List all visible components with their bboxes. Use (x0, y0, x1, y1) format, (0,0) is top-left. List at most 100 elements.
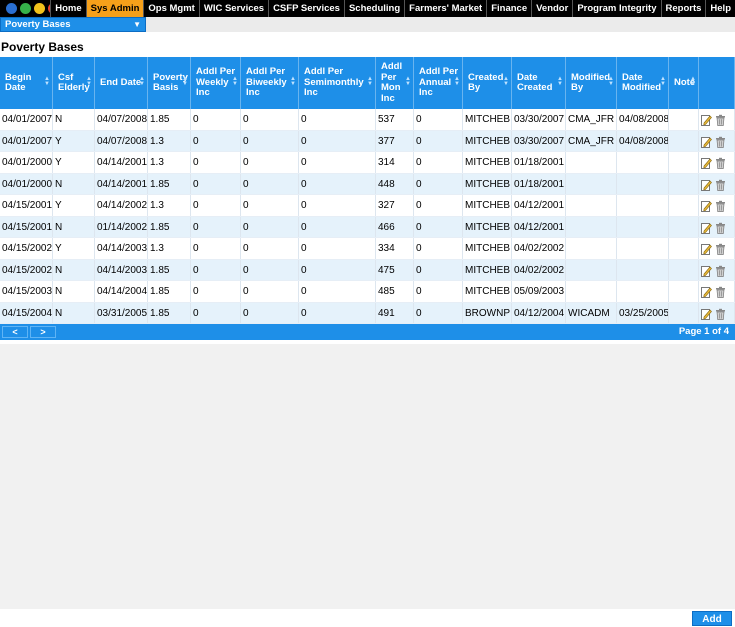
table-row[interactable]: 04/15/2001 N 01/14/2002 1.85 0 0 0 466 0 MITCHEB 0… (0, 216, 735, 238)
trash-icon[interactable] (715, 199, 726, 213)
table-cell: 1.85 (148, 302, 191, 323)
trash-icon[interactable] (715, 156, 726, 170)
edit-icon[interactable] (701, 199, 712, 213)
column-header-label: Addl Per Semimonthly Inc (304, 66, 364, 99)
nav-item-scheduling[interactable]: Scheduling (343, 0, 404, 17)
trash-icon[interactable] (715, 285, 726, 299)
table-cell: MITCHEB (463, 259, 512, 280)
table-cell: 0 (191, 195, 241, 216)
prev-page-button[interactable]: < (2, 326, 28, 338)
nav-item-csfp-services[interactable]: CSFP Services (268, 0, 344, 17)
table-cell: Y (53, 195, 95, 216)
table-cell: 04/01/2007 (0, 109, 53, 130)
nav-item-vendor[interactable]: Vendor (531, 0, 572, 17)
sort-icon: ▲ ▼ (367, 76, 373, 87)
column-header[interactable]: Poverty Basis ▲ ▼ (148, 57, 191, 109)
add-button[interactable]: Add (692, 611, 732, 626)
table-cell: 0 (241, 216, 299, 237)
column-header[interactable]: End Date ▲ ▼ (95, 57, 148, 109)
grid-pager: < > Page 1 of 4 (0, 324, 735, 340)
table-cell: Y (53, 152, 95, 173)
table-row[interactable]: 04/15/2003 N 04/14/2004 1.85 0 0 0 485 0 MITCHEB 0… (0, 281, 735, 303)
table-cell: 1.3 (148, 238, 191, 259)
column-header[interactable]: Addl Per Mon Inc ▲ ▼ (376, 57, 414, 109)
table-cell (566, 281, 617, 302)
table-row[interactable]: 04/15/2001 Y 04/14/2002 1.3 0 0 0 327 0 MITCHEB 04… (0, 195, 735, 217)
grid-header: Begin Date ▲ ▼ Csf Elderly ▲ ▼ End Date ▲ ▼ Pover… (0, 57, 735, 109)
edit-icon[interactable] (701, 135, 712, 148)
table-cell: Y (53, 238, 95, 259)
table-cell (566, 216, 617, 237)
nav-item-farmers-market[interactable]: Farmers' Market (404, 0, 486, 17)
edit-icon[interactable] (701, 264, 712, 277)
table-cell: 0 (191, 281, 241, 302)
table-cell: 0 (241, 259, 299, 280)
sort-icon: ▲ ▼ (86, 76, 92, 87)
trash-icon[interactable] (715, 307, 726, 320)
column-header[interactable]: Date Created ▲ ▼ (512, 57, 566, 109)
nav-item-ops-mgmt[interactable]: Ops Mgmt (143, 0, 198, 17)
table-cell (617, 152, 669, 173)
trash-icon[interactable] (715, 178, 726, 191)
nav-item-program-integrity[interactable]: Program Integrity (572, 0, 660, 17)
table-cell: 0 (191, 109, 241, 130)
column-header[interactable]: Created By ▲ ▼ (463, 57, 512, 109)
table-row[interactable]: 04/01/2000 Y 04/14/2001 1.3 0 0 0 314 0 MITCHEB 01… (0, 152, 735, 174)
nav-item-sys-admin[interactable]: Sys Admin (85, 0, 144, 17)
trash-icon[interactable] (715, 242, 726, 256)
edit-icon[interactable] (701, 113, 712, 127)
column-header[interactable]: Addl Per Weekly Inc ▲ ▼ (191, 57, 241, 109)
table-cell: 04/12/2001 (512, 216, 566, 237)
table-cell: N (53, 259, 95, 280)
edit-icon[interactable] (701, 242, 712, 256)
table-row[interactable]: 04/01/2007 Y 04/07/2008 1.3 0 0 0 377 0 MITCHEB 03… (0, 130, 735, 152)
edit-icon[interactable] (701, 285, 712, 299)
table-row[interactable]: 04/15/2002 N 04/14/2003 1.85 0 0 0 475 0 MITCHEB 0… (0, 259, 735, 281)
next-page-button[interactable]: > (30, 326, 56, 338)
table-cell: 0 (299, 109, 376, 130)
nav-item-home[interactable]: Home (50, 0, 85, 17)
column-header[interactable]: Date Modified ▲ ▼ (617, 57, 669, 109)
table-cell: 334 (376, 238, 414, 259)
table-cell: 03/30/2007 (512, 130, 566, 151)
table-cell: 04/02/2002 (512, 259, 566, 280)
nav-item-wic-services[interactable]: WIC Services (198, 0, 268, 17)
page-title: Poverty Bases (1, 40, 84, 54)
trash-icon[interactable] (715, 221, 726, 234)
section-dropdown[interactable]: Poverty Bases ▼ (0, 17, 146, 32)
column-header[interactable]: Modified By ▲ ▼ (566, 57, 617, 109)
table-row[interactable]: 04/15/2002 Y 04/14/2003 1.3 0 0 0 334 0 MITCHEB 04… (0, 238, 735, 260)
table-cell: 491 (376, 302, 414, 323)
column-header[interactable]: Note ▲ ▼ (669, 57, 699, 109)
nav-item-finance[interactable]: Finance (486, 0, 531, 17)
table-cell (566, 238, 617, 259)
trash-icon[interactable] (715, 113, 726, 127)
row-actions (699, 109, 735, 130)
trash-icon[interactable] (715, 264, 726, 277)
nav-item-help[interactable]: Help (705, 0, 735, 17)
table-row[interactable]: 04/01/2000 N 04/14/2001 1.85 0 0 0 448 0 MITCHEB 0… (0, 173, 735, 195)
table-cell: MITCHEB (463, 238, 512, 259)
table-row[interactable]: 04/15/2004 N 03/31/2005 1.85 0 0 0 491 0 BROWNP 04… (0, 302, 735, 324)
edit-icon[interactable] (701, 307, 712, 320)
trash-icon[interactable] (715, 135, 726, 148)
table-cell: 0 (414, 281, 463, 302)
column-header[interactable]: Addl Per Biweekly Inc ▲ ▼ (241, 57, 299, 109)
edit-icon[interactable] (701, 221, 712, 234)
column-header[interactable]: Csf Elderly ▲ ▼ (53, 57, 95, 109)
table-cell: 0 (414, 152, 463, 173)
table-cell: 04/01/2000 (0, 152, 53, 173)
table-cell (669, 130, 699, 151)
column-header[interactable]: Addl Per Annual Inc ▲ ▼ (414, 57, 463, 109)
table-row[interactable]: 04/01/2007 N 04/07/2008 1.85 0 0 0 537 0 MITCHEB 0… (0, 109, 735, 131)
edit-icon[interactable] (701, 178, 712, 191)
nav-item-reports[interactable]: Reports (660, 0, 706, 17)
column-header-label: End Date (100, 76, 142, 88)
table-cell (617, 195, 669, 216)
column-header[interactable]: Addl Per Semimonthly Inc ▲ ▼ (299, 57, 376, 109)
chevron-down-icon: ▼ (133, 20, 141, 29)
column-header[interactable]: Begin Date ▲ ▼ (0, 57, 53, 109)
table-cell: 1.85 (148, 173, 191, 194)
table-cell: 0 (414, 238, 463, 259)
edit-icon[interactable] (701, 156, 712, 170)
